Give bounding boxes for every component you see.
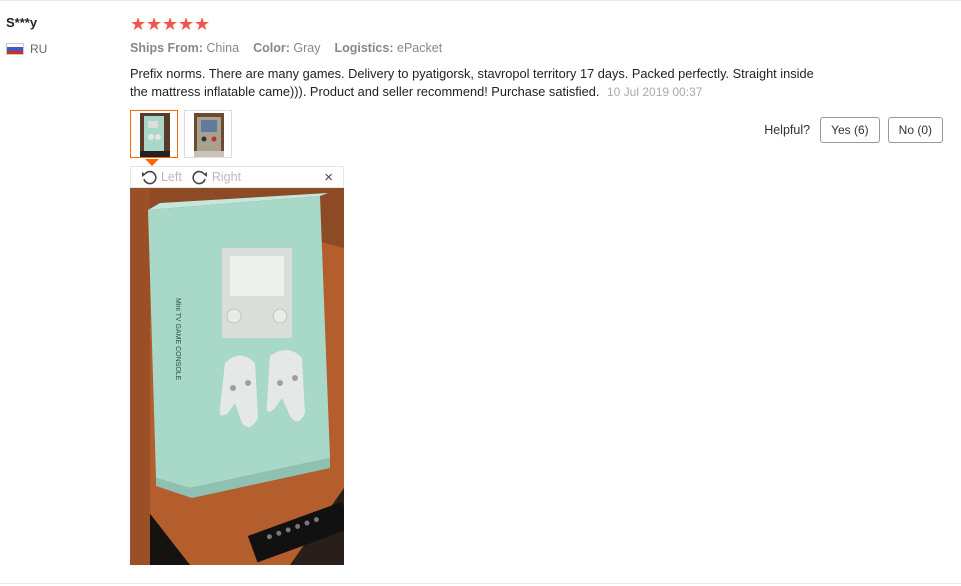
star-icon: ★ bbox=[162, 14, 179, 34]
review-text: Prefix norms. There are many games. Deli… bbox=[130, 65, 830, 101]
rotate-left-label: Left bbox=[161, 170, 182, 184]
thumbnail-image bbox=[194, 113, 224, 157]
helpful-no-button[interactable]: No (0) bbox=[887, 117, 943, 143]
star-icon: ★ bbox=[194, 14, 211, 34]
box-label: Mini TV GAME CONSOLE bbox=[174, 298, 181, 381]
rotate-right-label: Right bbox=[211, 170, 242, 184]
thumbnail-2[interactable] bbox=[184, 110, 232, 158]
thumbnail-1[interactable] bbox=[130, 110, 178, 158]
country-code: RU bbox=[30, 42, 48, 56]
bottom-divider bbox=[0, 583, 961, 584]
rotate-right-icon bbox=[192, 170, 207, 185]
order-info: Ships From: China Color: Gray Logistics:… bbox=[130, 41, 442, 55]
thumbnail-image bbox=[140, 113, 170, 157]
reviewer-country: RU bbox=[6, 42, 47, 56]
image-viewer-toolbar: Left Right × bbox=[130, 166, 344, 188]
rotate-left-button[interactable]: Left bbox=[141, 169, 182, 185]
logistics: Logistics: ePacket bbox=[334, 41, 443, 55]
helpful-label: Helpful? bbox=[764, 123, 811, 137]
review-body: Prefix norms. There are many games. Deli… bbox=[130, 66, 814, 99]
flag-ru-icon bbox=[6, 43, 24, 55]
rotate-right-button[interactable]: Right bbox=[192, 169, 241, 185]
reviewer-name: S***y bbox=[6, 15, 38, 30]
review-photo-image: Mini TV GAME CONSOLE bbox=[130, 188, 344, 565]
star-icon: ★ bbox=[146, 14, 163, 34]
ships-from: Ships From: China bbox=[130, 41, 240, 55]
active-thumb-indicator bbox=[145, 159, 159, 166]
rotate-left-icon bbox=[142, 170, 157, 185]
color: Color: Gray bbox=[253, 41, 321, 55]
photo-thumbnails bbox=[130, 110, 232, 158]
helpful-section: Helpful? Yes (6) No (0) bbox=[764, 117, 943, 143]
rating-stars: ★ ★ ★ ★ ★ bbox=[130, 14, 210, 34]
review-photo-large[interactable]: Mini TV GAME CONSOLE bbox=[130, 188, 344, 565]
helpful-yes-button[interactable]: Yes (6) bbox=[820, 117, 880, 143]
star-icon: ★ bbox=[130, 14, 147, 34]
star-icon: ★ bbox=[178, 14, 195, 34]
close-icon[interactable]: × bbox=[324, 169, 333, 186]
top-divider bbox=[0, 0, 961, 1]
review-date: 10 Jul 2019 00:37 bbox=[607, 85, 703, 99]
